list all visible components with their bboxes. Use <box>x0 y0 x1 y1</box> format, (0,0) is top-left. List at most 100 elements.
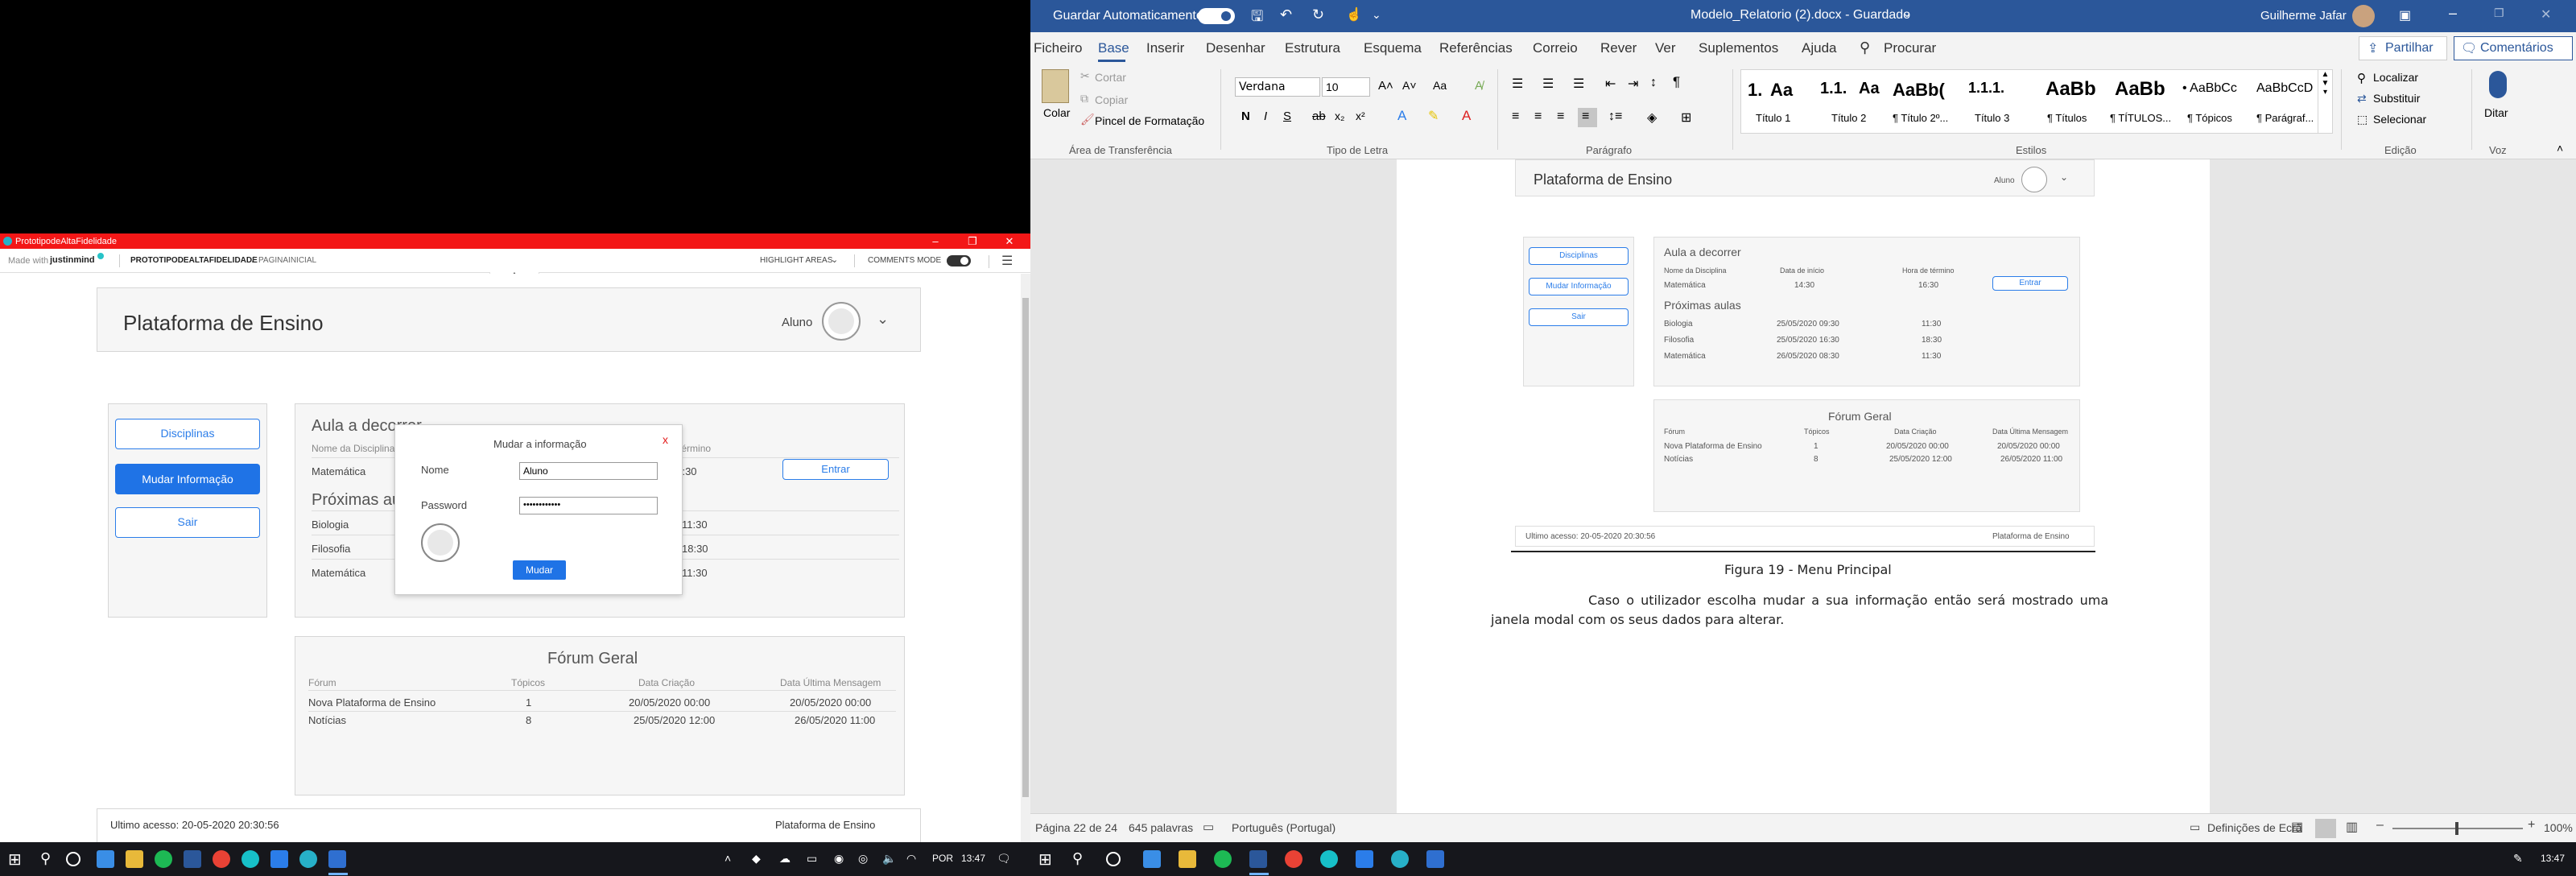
superscript-icon[interactable]: x² <box>1356 110 1365 122</box>
undo-icon[interactable]: ↶ <box>1280 6 1292 23</box>
font-name-select[interactable]: Verdana <box>1235 77 1320 97</box>
search-box[interactable]: Procurar <box>1884 40 1936 56</box>
spotify-icon[interactable] <box>155 850 172 868</box>
zoom-out-icon[interactable]: – <box>2376 818 2384 833</box>
notifications-icon[interactable]: 🗨 <box>997 852 1011 866</box>
network-icon[interactable]: ▭ <box>807 852 817 866</box>
style-preview[interactable]: AaBbCcD <box>2256 81 2313 96</box>
style-name[interactable]: ¶ TÍTULOS... <box>2110 112 2171 124</box>
web-layout-icon[interactable]: ▥ <box>2346 819 2358 835</box>
style-preview[interactable]: • AaBbCc <box>2182 81 2237 96</box>
pilcrow-icon[interactable]: ¶ <box>1673 74 1680 90</box>
breadcrumb-page[interactable]: PAGINAINICIAL <box>258 256 316 265</box>
style-name[interactable]: ¶ Título 2º... <box>1893 112 1948 124</box>
style-preview[interactable]: 1.1.1. <box>1968 80 2004 97</box>
app-icon[interactable] <box>242 850 259 868</box>
document-page[interactable]: Plataforma de Ensino Aluno ⌄ Disciplinas… <box>1397 159 2210 813</box>
tab-referencias[interactable]: Referências <box>1439 40 1513 56</box>
mail-icon[interactable] <box>1143 850 1161 868</box>
justinmind-icon[interactable] <box>1391 850 1409 868</box>
comments-button[interactable]: 🗨 Comentários <box>2454 36 2573 60</box>
nome-input[interactable]: Aluno <box>519 462 658 480</box>
align-left-icon[interactable]: ≡ <box>1512 110 1519 124</box>
comments-mode-toggle[interactable] <box>947 255 971 267</box>
breadcrumb-project[interactable]: PROTOTIPODEALTAFIDELIDADE <box>130 256 258 265</box>
style-name[interactable]: Título 3 <box>1975 112 2009 124</box>
grow-font-icon[interactable]: A˄ <box>1378 79 1393 93</box>
borders-icon[interactable]: ⊞ <box>1681 110 1691 126</box>
style-preview[interactable]: AaBb( <box>1893 80 1945 101</box>
customize-toolbar-icon[interactable]: ⌄ <box>1372 8 1381 22</box>
tab-ajuda[interactable]: Ajuda <box>1802 40 1836 56</box>
bold-icon[interactable]: N <box>1241 110 1250 123</box>
align-right-icon[interactable]: ≡ <box>1557 110 1564 124</box>
vertical-scrollbar[interactable] <box>1021 274 1030 853</box>
word-count[interactable]: 645 palavras <box>1129 821 1193 834</box>
mail-icon[interactable] <box>97 850 114 868</box>
line-spacing-icon[interactable]: ↕≡ <box>1608 110 1622 124</box>
format-painter-button[interactable]: Pincel de Formatação <box>1095 114 1204 127</box>
minimize-icon[interactable]: – <box>918 233 953 249</box>
shrink-font-icon[interactable]: A˅ <box>1402 79 1417 92</box>
language-indicator[interactable]: POR <box>932 853 953 864</box>
proofing-icon[interactable]: ▭ <box>1203 820 1214 834</box>
paste-icon[interactable] <box>1042 69 1069 103</box>
chrome-icon[interactable] <box>1285 850 1302 868</box>
replace-button[interactable]: Substituir <box>2373 92 2420 105</box>
style-name[interactable]: Título 2 <box>1831 112 1866 124</box>
tab-estrutura[interactable]: Estrutura <box>1285 40 1340 56</box>
forum-name[interactable]: Nova Plataforma de Ensino <box>308 696 436 709</box>
style-preview[interactable]: 1. <box>1748 80 1762 101</box>
password-input[interactable]: •••••••••••• <box>519 497 658 514</box>
user-avatar[interactable] <box>2352 5 2375 27</box>
italic-icon[interactable]: I <box>1264 110 1267 123</box>
align-center-icon[interactable]: ≡ <box>1534 110 1542 124</box>
maximize-icon[interactable]: ❐ <box>955 233 990 249</box>
search-icon[interactable]: ⚲ <box>1860 39 1870 56</box>
word-icon[interactable] <box>184 850 201 868</box>
volume-icon[interactable]: 🔈 <box>882 852 896 866</box>
windows-start-icon[interactable]: ⊞ <box>8 849 22 870</box>
file-explorer-icon[interactable] <box>1179 850 1196 868</box>
numbering-icon[interactable]: ☰ <box>1542 76 1554 92</box>
pen-icon[interactable]: ✎ <box>2513 852 2523 866</box>
bullets-icon[interactable]: ☰ <box>1512 76 1523 92</box>
restore-icon[interactable]: ❐ <box>2494 6 2504 20</box>
share-button[interactable]: ⇪ Partilhar <box>2359 36 2447 60</box>
display-settings[interactable]: Definições de Ecrã <box>2207 821 2302 834</box>
highlight-icon[interactable]: ✎ <box>1428 108 1439 124</box>
find-button[interactable]: Localizar <box>2373 71 2418 84</box>
tab-ficheiro[interactable]: Ficheiro <box>1034 40 1082 56</box>
font-size-select[interactable]: 10 <box>1322 77 1370 97</box>
search-icon[interactable]: ⚲ <box>40 850 51 867</box>
cloud-icon[interactable]: ☁ <box>779 852 791 866</box>
print-layout-icon[interactable] <box>2315 819 2336 838</box>
mudar-informacao-button[interactable]: Mudar Informação <box>115 464 260 494</box>
copy-button[interactable]: Copiar <box>1095 93 1128 106</box>
zoom-slider[interactable] <box>2392 822 2523 835</box>
wifi-icon[interactable]: ◠ <box>906 852 916 866</box>
style-preview[interactable]: AaBb <box>2115 78 2165 101</box>
minimize-icon[interactable]: – <box>2449 5 2457 22</box>
tab-desenhar[interactable]: Desenhar <box>1206 40 1265 56</box>
app-icon[interactable] <box>1320 850 1338 868</box>
microphone-icon[interactable] <box>2489 71 2507 98</box>
change-case-icon[interactable]: Aa <box>1433 79 1447 92</box>
language[interactable]: Português (Portugal) <box>1232 821 1335 834</box>
search-icon[interactable]: ⚲ <box>1072 850 1083 867</box>
task-view-icon[interactable] <box>66 852 80 866</box>
app-icon[interactable] <box>328 850 346 868</box>
zoom-in-icon[interactable]: + <box>2528 818 2535 833</box>
sair-button[interactable]: Sair <box>115 507 260 538</box>
touch-mode-icon[interactable]: ☝ <box>1346 6 1362 23</box>
profile-picture-avatar[interactable] <box>421 523 460 562</box>
spotify-icon[interactable] <box>1214 850 1232 868</box>
style-preview[interactable]: Aa <box>1770 80 1793 101</box>
clock[interactable]: 13:47 <box>961 853 985 864</box>
disciplinas-button[interactable]: Disciplinas <box>115 419 260 449</box>
tab-correio[interactable]: Correio <box>1533 40 1578 56</box>
style-name[interactable]: ¶ Títulos <box>2047 112 2087 124</box>
task-view-icon[interactable] <box>1106 852 1121 866</box>
style-name[interactable]: Título 1 <box>1756 112 1790 124</box>
style-name[interactable]: ¶ Parágraf... <box>2256 112 2314 124</box>
